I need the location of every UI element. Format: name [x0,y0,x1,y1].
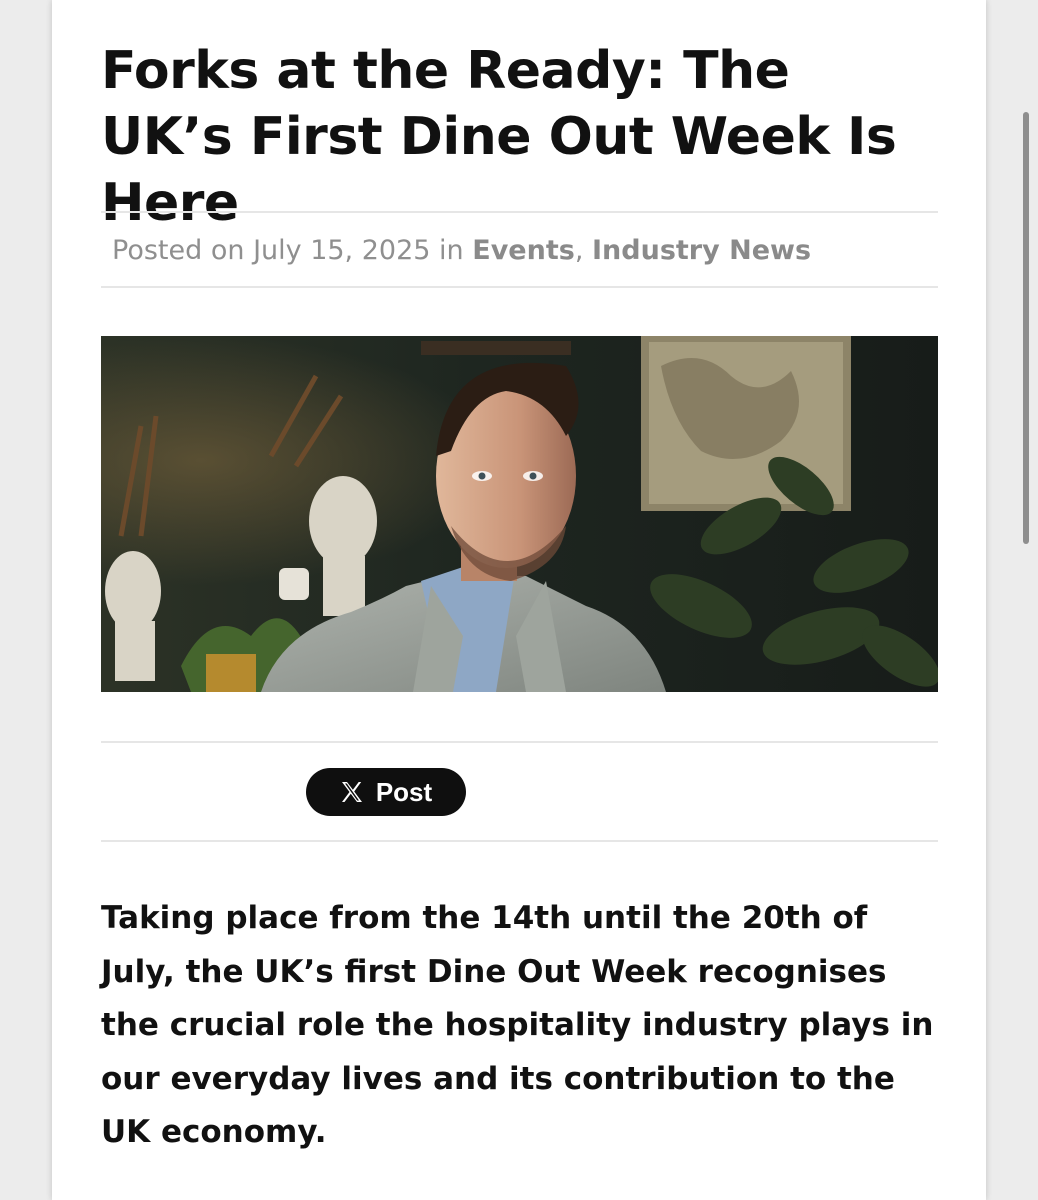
x-post-label: Post [375,776,433,807]
hero-image [101,336,938,692]
article-card: Forks at the Ready: The UK’s First Dine … [52,0,986,1200]
x-post-button[interactable]: Post [306,768,466,816]
category-link-events[interactable]: Events [472,235,575,266]
post-meta: Posted on July 15, 2025 in Events, Indus… [112,232,811,270]
article-title: Forks at the Ready: The UK’s First Dine … [101,41,897,233]
meta-bottom-divider [101,286,938,288]
in-label: in [439,235,464,266]
hero-photo [101,336,938,692]
share-bottom-divider [101,840,938,842]
category-link-industry-news[interactable]: Industry News [592,235,811,266]
x-logo-icon [340,780,364,804]
share-top-divider [101,741,938,743]
posted-on-label: Posted on [112,235,245,266]
category-separator: , [574,235,584,266]
meta-top-divider [101,211,938,213]
article-intro-paragraph: Taking place from the 14th until the 20t… [101,900,934,1150]
vertical-scrollbar[interactable] [1023,112,1029,544]
post-date: July 15, 2025 [253,235,431,266]
